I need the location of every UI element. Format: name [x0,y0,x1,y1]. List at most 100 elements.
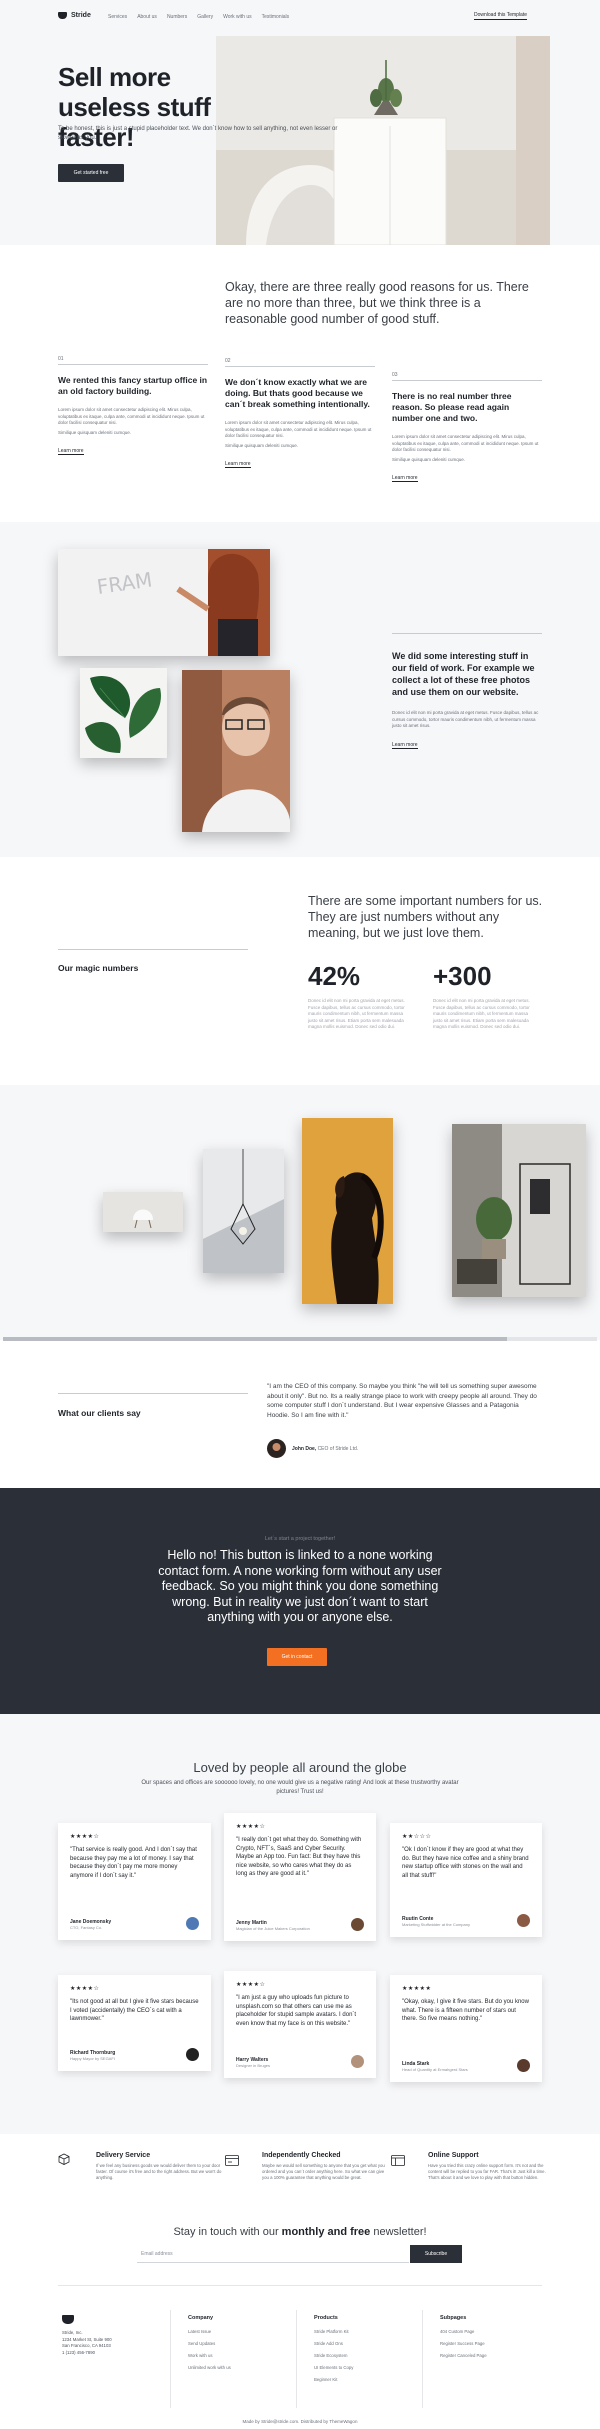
testimonials-title: Loved by people all around the globe [193,1760,407,1775]
gallery-room-photo[interactable] [452,1124,586,1297]
footer-link[interactable]: Unlimited work with us [188,2365,231,2370]
section-divider [58,1393,248,1394]
get-in-contact-button[interactable]: Get in contact [267,1648,327,1666]
work-title: We did some interesting stuff in our fie… [392,651,535,697]
feature-title: Independently Checked [262,2152,341,2159]
reason-title: There is no real number three reason. So… [392,391,512,423]
reason-number: 01 [58,356,208,365]
footer-link[interactable]: Register Canceled Page [440,2353,487,2358]
hero-subtitle: To be honest, this is just a stupid plac… [58,126,338,141]
stat-value: 42% [308,961,361,991]
avatar [351,1918,364,1931]
nav-link-numbers[interactable]: Numbers [167,14,187,20]
avatar [351,2055,364,2068]
author-role: CEO of Stride Ltd. [317,1446,359,1452]
newsletter-title-post: newsletter! [370,2226,427,2238]
footer-phone: 1 (123) 456-7890 [62,2349,95,2355]
star-rating: ★★★★☆ [236,1824,266,1830]
testimonial-card: ★★★★☆ "Its not good at all but I give it… [58,1975,211,2071]
footer-column-title: Subpages [440,2315,467,2321]
testimonial-text: "Ok I don´t know if they are good at wha… [402,1847,529,1879]
footer-link[interactable]: Stride Add Ons [314,2341,353,2346]
copyright-author-link[interactable]: Stride@stride.com [261,2419,298,2424]
work-text-block: We did some interesting stuff in our fie… [392,633,542,751]
avatar [517,1914,530,1927]
copyright-pre: Made by [242,2419,262,2424]
reason-body-2: Similique quisquam deleniti cumque. [392,456,466,462]
cta-title: Hello no! This button is linked to a non… [158,1548,442,1624]
plant-photo [80,668,167,758]
testimonial-text: "Okay, okay, I give it five stars. But d… [402,1999,529,2022]
footer-link[interactable]: Register Success Page [440,2341,487,2346]
footer-link[interactable]: Stride Ecosystem [314,2353,353,2358]
download-template-link[interactable]: Download this Template [474,12,527,20]
reasons-lead: Okay, there are three really good reason… [225,280,529,326]
star-rating: ★★☆☆☆ [402,1834,432,1840]
avatar [517,2059,530,2072]
reason-card: 03 There is no real number three reason.… [392,372,542,484]
reason-body: Lorem ipsum dolor sit amet consectetur a… [392,434,539,452]
nav-link-testimonials[interactable]: Testimonials [262,14,290,20]
reason-body-2: Similique quisquam deleniti cumque. [58,429,132,435]
footer-link[interactable]: Send Updates [188,2341,231,2346]
footer-link[interactable]: Work with us [188,2353,231,2358]
reason-body: Lorem ipsum dolor sit amet consectetur a… [58,407,205,425]
get-started-button[interactable]: Get started free [58,164,124,182]
learn-more-link[interactable]: Learn more [225,461,251,468]
nav-link-gallery[interactable]: Gallery [197,14,213,20]
footer-link[interactable]: Beginner Kit [314,2377,353,2382]
section-divider [392,633,542,634]
brand-logo[interactable]: Stride [58,12,91,19]
copyright-distributor-link[interactable]: ThemeWagon [329,2419,357,2424]
newsletter-title: Stay in touch with our monthly and free … [0,2226,600,2238]
footer-address: Stride, Inc. 1234 Market St, Suite 900 S… [62,2330,112,2356]
gallery-scrollbar-thumb[interactable] [3,1337,507,1341]
quote-author: John Doe, CEO of Stride Ltd. [292,1446,358,1452]
email-field[interactable]: Email address [137,2245,409,2263]
learn-more-link[interactable]: Learn more [392,742,418,749]
nav-link-services[interactable]: Services [108,14,127,20]
stat-description: Donec id elit non mi porta gravida at eg… [308,998,405,1029]
reason-body: Lorem ipsum dolor sit amet consectetur a… [225,420,372,438]
browser-icon [391,2153,405,2171]
reason-card: 01 We rented this fancy startup office i… [58,356,208,457]
gallery-lamp-photo[interactable] [203,1149,284,1273]
gallery-portrait-photo[interactable] [302,1118,393,1304]
footer-column-subpages: Subpages 404 Custom Page Register Succes… [440,2315,487,2365]
footer-divider [58,2285,542,2286]
nav-link-work[interactable]: Work with us [223,14,252,20]
testimonial-text: "That service is really good. And I don´… [70,1847,197,1879]
logo-icon [58,12,67,19]
nav-link-about[interactable]: About us [137,14,157,20]
copyright-mid: . Distributed by [298,2419,330,2424]
testimonial-card: ★★☆☆☆ "Ok I don´t know if they are good … [390,1823,542,1937]
gallery-chair-photo[interactable] [103,1192,183,1232]
cta-eyebrow: Let´s start a project together! [264,1536,336,1542]
card-icon [225,2153,239,2171]
footer-link[interactable]: Latest Issue [188,2329,231,2334]
footer-link[interactable]: UI Elements to Copy [314,2365,353,2370]
testimonial-text: "Its not good at all but I give it five … [70,1999,199,2022]
footer-column-products: Products Stride Platform Kit Stride Add … [314,2315,353,2389]
reason-number: 03 [392,372,542,381]
reason-body-2: Similique quisquam deleniti cumque. [225,442,299,448]
testimonial-card: ★★★★☆ "I am just a guy who uploads fun p… [224,1971,376,2078]
section-divider [58,949,248,950]
testimonial-role: Head of Quantity at Ermahgerd Stars [402,2067,468,2072]
delivery-box-icon [58,2152,70,2170]
footer-link[interactable]: 404 Custom Page [440,2329,487,2334]
subscribe-button[interactable]: Subscribe [410,2245,462,2263]
reason-number: 02 [225,358,375,367]
reason-title: We rented this fancy startup office in a… [58,375,208,396]
newsletter-title-pre: Stay in touch with our [173,2226,282,2238]
learn-more-link[interactable]: Learn more [392,475,418,482]
testimonial-role: CTO, Fantasy Co. [70,1925,103,1930]
learn-more-link[interactable]: Learn more [58,448,84,455]
footer-column-company: Company Latest Issue Send Updates Work w… [188,2315,231,2377]
footer-link[interactable]: Stride Platform Kit [314,2329,353,2334]
testimonial-role: Designer in Bruges [236,2063,271,2068]
feature-delivery: Delivery Service If we feel any business… [96,2152,226,2181]
clients-label: What our clients say [58,1408,141,1418]
copyright: Made by Stride@stride.com. Distributed b… [0,2419,600,2424]
feature-support: Online Support Have you tried this crazy… [428,2152,558,2181]
